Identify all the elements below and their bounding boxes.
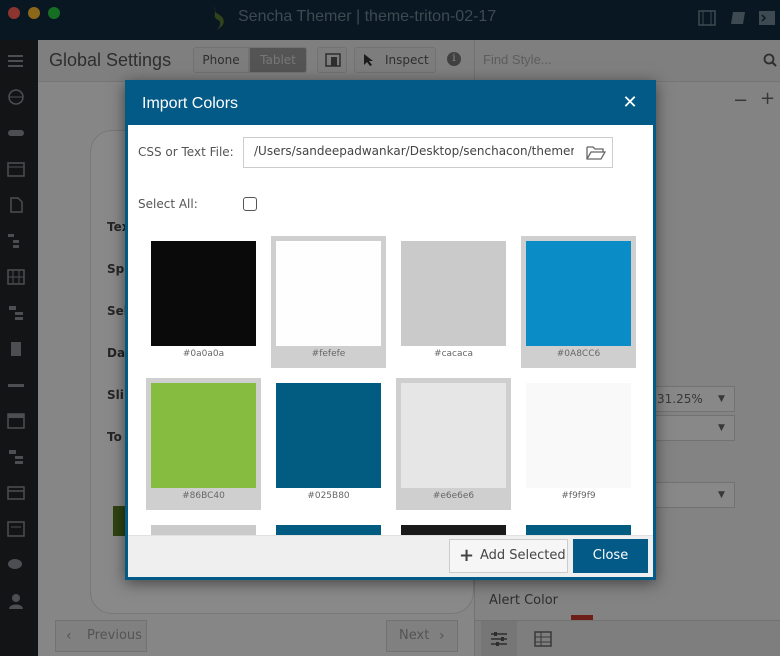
swatch-color — [401, 525, 506, 535]
swatch-color — [276, 241, 381, 346]
swatch-hex-label: #fefefe — [311, 349, 346, 359]
swatch-color — [276, 383, 381, 488]
color-swatch[interactable] — [396, 520, 511, 535]
swatch-hex-label: #f9f9f9 — [561, 491, 596, 501]
folder-open-icon[interactable] — [586, 145, 606, 161]
swatch-color — [151, 525, 256, 535]
color-swatch[interactable]: #f9f9f9 — [521, 378, 636, 510]
color-swatch[interactable]: #e6e6e6 — [396, 378, 511, 510]
file-path-input[interactable] — [254, 144, 574, 158]
close-icon[interactable]: ✕ — [620, 93, 640, 113]
select-all-checkbox[interactable] — [243, 197, 257, 211]
color-swatch-grid: #0a0a0a #fefefe #cacaca #0A8CC6 #86BC40 #025B… — [128, 228, 653, 535]
add-selected-button[interactable]: + Add Selected — [449, 539, 568, 573]
color-swatch[interactable]: #86BC40 — [146, 378, 261, 510]
swatch-color — [526, 525, 631, 535]
select-all-label: Select All: — [138, 197, 198, 211]
color-swatch[interactable] — [521, 520, 636, 535]
plus-icon: + — [459, 545, 475, 566]
color-swatch[interactable]: #fefefe — [271, 236, 386, 368]
app-window: Sencha Themer | theme-triton-02-17 Globa… — [0, 0, 780, 656]
color-swatch[interactable] — [271, 520, 386, 535]
swatch-color — [151, 241, 256, 346]
swatch-color — [401, 241, 506, 346]
file-path-field[interactable] — [243, 137, 613, 168]
swatch-color — [276, 525, 381, 535]
file-field-label: CSS or Text File: — [138, 145, 234, 159]
swatch-hex-label: #0a0a0a — [182, 349, 225, 359]
color-swatch[interactable]: #025B80 — [271, 378, 386, 510]
color-swatch[interactable] — [146, 520, 261, 535]
swatch-color — [526, 241, 631, 346]
color-swatch[interactable]: #0A8CC6 — [521, 236, 636, 368]
color-swatch[interactable]: #0a0a0a — [146, 236, 261, 368]
close-button[interactable]: Close — [573, 539, 648, 573]
swatch-hex-label: #cacaca — [434, 349, 473, 359]
import-colors-dialog: Import Colors ✕ CSS or Text File: Select… — [125, 80, 656, 580]
swatch-hex-label: #e6e6e6 — [432, 491, 475, 501]
swatch-hex-label: #0A8CC6 — [556, 349, 601, 359]
swatch-hex-label: #86BC40 — [182, 491, 225, 501]
color-swatch[interactable]: #cacaca — [396, 236, 511, 368]
dialog-header: Import Colors ✕ — [128, 83, 653, 125]
swatch-hex-label: #025B80 — [307, 491, 350, 501]
swatch-color — [151, 383, 256, 488]
add-selected-label: Add Selected — [480, 548, 566, 563]
swatch-color — [401, 383, 506, 488]
dialog-title: Import Colors — [142, 95, 239, 112]
dialog-footer: + Add Selected Close — [128, 535, 653, 577]
swatch-color — [526, 383, 631, 488]
